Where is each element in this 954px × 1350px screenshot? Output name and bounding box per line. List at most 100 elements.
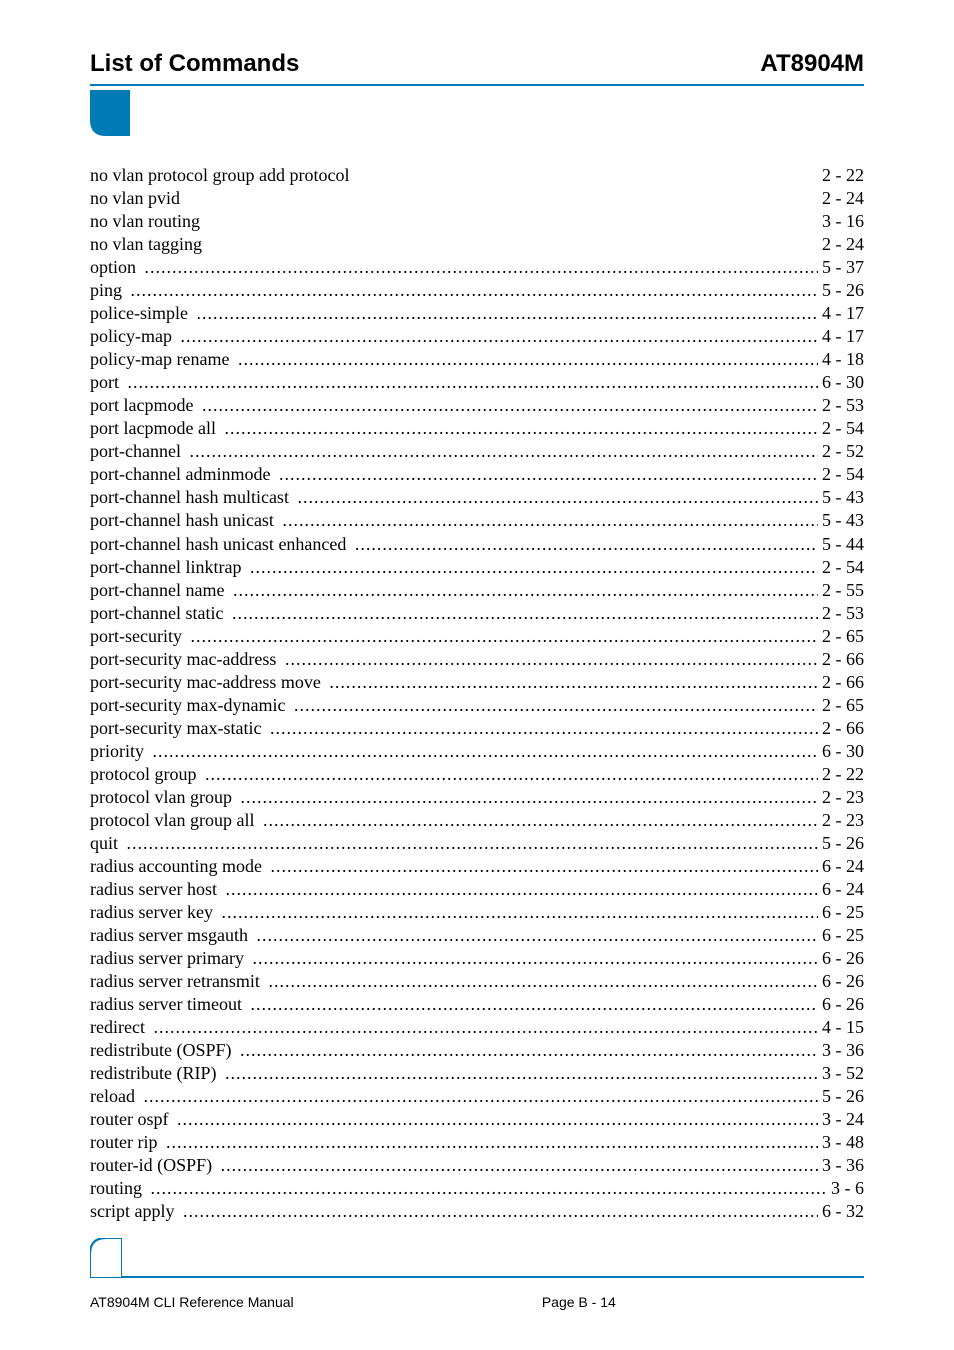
toc-label: port-channel hash unicast bbox=[90, 509, 274, 532]
toc-leader bbox=[217, 1154, 818, 1177]
toc-label: radius server key bbox=[90, 901, 213, 924]
toc-leader bbox=[246, 556, 818, 579]
toc-label: reload bbox=[90, 1085, 135, 1108]
toc-leader bbox=[252, 924, 817, 947]
toc-row: port-security max-static 2 - 66 bbox=[90, 717, 864, 740]
toc-leader bbox=[149, 1016, 817, 1039]
header-notch-icon bbox=[90, 90, 130, 136]
toc-label: port-security mac-address bbox=[90, 648, 276, 671]
toc-page: 2 - 65 bbox=[822, 625, 864, 648]
toc-label: port-channel hash unicast enhanced bbox=[90, 533, 346, 556]
toc-page: 6 - 24 bbox=[822, 878, 864, 901]
toc-page: 4 - 18 bbox=[822, 348, 864, 371]
toc-leader bbox=[162, 1131, 818, 1154]
toc-label: port lacpmode all bbox=[90, 417, 216, 440]
toc-page: 6 - 25 bbox=[822, 901, 864, 924]
toc-leader bbox=[185, 440, 817, 463]
toc-page: 2 - 66 bbox=[822, 717, 864, 740]
toc-row: port-security mac-address move 2 - 66 bbox=[90, 671, 864, 694]
toc-page: 5 - 26 bbox=[822, 1085, 864, 1108]
toc-page: 3 - 24 bbox=[822, 1108, 864, 1131]
toc-page: 2 - 54 bbox=[822, 417, 864, 440]
toc-row: port lacpmode all 2 - 54 bbox=[90, 417, 864, 440]
footer-left: AT8904M CLI Reference Manual bbox=[90, 1294, 294, 1310]
toc-leader bbox=[186, 625, 817, 648]
section-title: List of Commands bbox=[90, 50, 299, 78]
toc-row: redistribute (RIP) 3 - 52 bbox=[90, 1062, 864, 1085]
toc-row: no vlan routing3 - 16 bbox=[90, 210, 864, 233]
toc-leader bbox=[139, 1085, 817, 1108]
toc-label: port bbox=[90, 371, 119, 394]
toc-page: 2 - 24 bbox=[822, 233, 864, 256]
toc-label: priority bbox=[90, 740, 144, 763]
toc-row: script apply 6 - 32 bbox=[90, 1200, 864, 1223]
toc-page: 5 - 43 bbox=[822, 486, 864, 509]
toc-leader bbox=[248, 947, 817, 970]
toc-label: no vlan protocol group add protocol bbox=[90, 164, 349, 187]
toc-leader bbox=[147, 1177, 827, 1200]
toc-leader bbox=[325, 671, 817, 694]
toc-label: script apply bbox=[90, 1200, 174, 1223]
toc-label: policy-map rename bbox=[90, 348, 229, 371]
toc-page: 6 - 30 bbox=[822, 371, 864, 394]
toc-row: port-channel 2 - 52 bbox=[90, 440, 864, 463]
toc-page: 6 - 26 bbox=[822, 993, 864, 1016]
toc-page: 6 - 25 bbox=[822, 924, 864, 947]
toc-label: port-channel hash multicast bbox=[90, 486, 289, 509]
toc-leader bbox=[198, 394, 818, 417]
toc-label: radius server timeout bbox=[90, 993, 242, 1016]
toc-page: 6 - 24 bbox=[822, 855, 864, 878]
toc-label: radius server host bbox=[90, 878, 217, 901]
toc-row: port-channel hash unicast 5 - 43 bbox=[90, 509, 864, 532]
toc-page: 3 - 36 bbox=[822, 1154, 864, 1177]
toc-row: reload 5 - 26 bbox=[90, 1085, 864, 1108]
toc-leader bbox=[281, 648, 818, 671]
footer-rule bbox=[122, 1276, 864, 1278]
toc-leader bbox=[220, 417, 817, 440]
toc-row: protocol vlan group all 2 - 23 bbox=[90, 809, 864, 832]
toc-label: redirect bbox=[90, 1016, 145, 1039]
toc-page: 2 - 24 bbox=[822, 187, 864, 210]
toc-page: 5 - 43 bbox=[822, 509, 864, 532]
toc-row: radius server retransmit 6 - 26 bbox=[90, 970, 864, 993]
toc-row: port lacpmode 2 - 53 bbox=[90, 394, 864, 417]
toc-page: 3 - 48 bbox=[822, 1131, 864, 1154]
toc-leader bbox=[221, 1062, 818, 1085]
toc-row: priority 6 - 30 bbox=[90, 740, 864, 763]
toc-label: port-channel adminmode bbox=[90, 463, 270, 486]
toc-page: 2 - 66 bbox=[822, 671, 864, 694]
toc-row: radius server host 6 - 24 bbox=[90, 878, 864, 901]
toc-row: option 5 - 37 bbox=[90, 256, 864, 279]
toc-row: port-security 2 - 65 bbox=[90, 625, 864, 648]
toc-label: no vlan routing bbox=[90, 210, 200, 233]
toc-page: 6 - 30 bbox=[822, 740, 864, 763]
toc-leader bbox=[266, 717, 818, 740]
toc-label: router ospf bbox=[90, 1108, 168, 1131]
toc-page: 2 - 23 bbox=[822, 786, 864, 809]
toc-leader bbox=[236, 786, 817, 809]
toc-page: 5 - 44 bbox=[822, 533, 864, 556]
toc-page: 4 - 15 bbox=[822, 1016, 864, 1039]
toc-label: router rip bbox=[90, 1131, 157, 1154]
toc-row: police-simple 4 - 17 bbox=[90, 302, 864, 325]
toc-label: redistribute (OSPF) bbox=[90, 1039, 232, 1062]
toc-leader bbox=[351, 533, 818, 556]
toc-row: radius server msgauth 6 - 25 bbox=[90, 924, 864, 947]
toc-row: no vlan pvid2 - 24 bbox=[90, 187, 864, 210]
toc-label: port-channel linktrap bbox=[90, 556, 241, 579]
toc-label: router-id (OSPF) bbox=[90, 1154, 212, 1177]
toc-leader bbox=[290, 694, 818, 717]
toc-row: radius accounting mode 6 - 24 bbox=[90, 855, 864, 878]
toc-page: 2 - 23 bbox=[822, 809, 864, 832]
toc-label: protocol group bbox=[90, 763, 196, 786]
toc-row: no vlan protocol group add protocol2 - 2… bbox=[90, 164, 864, 187]
toc-row: port-channel static 2 - 53 bbox=[90, 602, 864, 625]
toc-page: 5 - 26 bbox=[822, 832, 864, 855]
toc-leader bbox=[278, 509, 817, 532]
toc-row: radius server timeout 6 - 26 bbox=[90, 993, 864, 1016]
toc-leader bbox=[192, 302, 817, 325]
toc-leader bbox=[236, 1039, 818, 1062]
toc-leader bbox=[124, 371, 818, 394]
toc-row: protocol group 2 - 22 bbox=[90, 763, 864, 786]
toc-leader bbox=[179, 1200, 818, 1223]
